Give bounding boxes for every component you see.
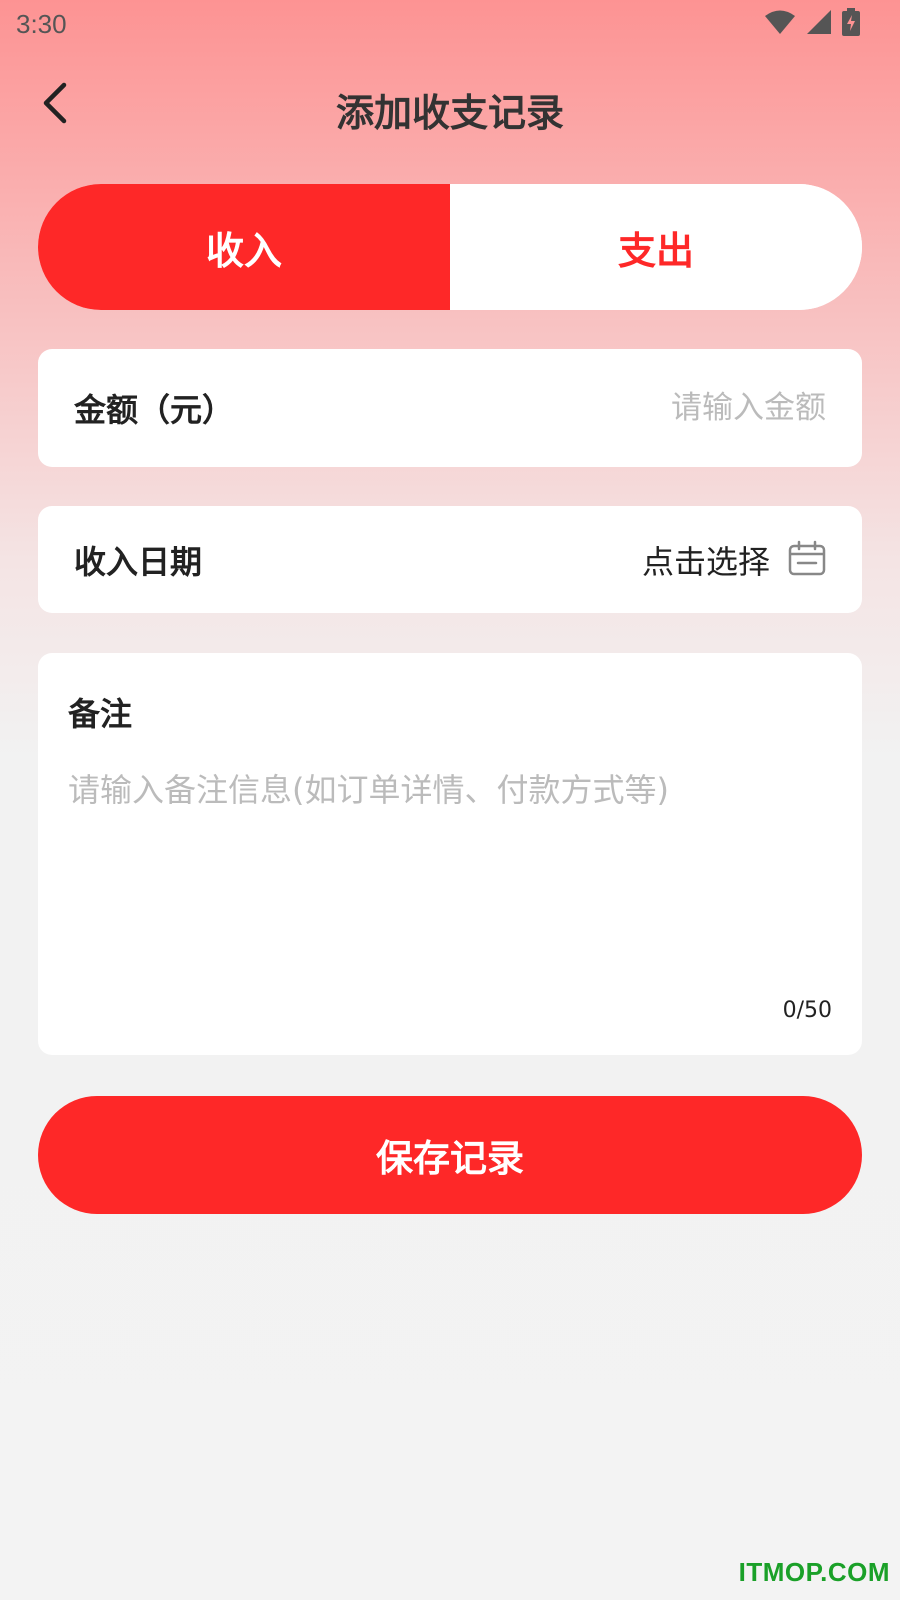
- note-card: 备注 0/50: [38, 653, 862, 1055]
- status-bar: 3:30: [0, 0, 900, 50]
- battery-charging-icon: [842, 8, 860, 40]
- date-card: 收入日期 点击选择: [38, 506, 862, 613]
- date-label: 收入日期: [74, 542, 203, 581]
- income-expense-toggle: 收入 支出: [38, 184, 862, 310]
- status-icons: [764, 8, 860, 40]
- date-picker[interactable]: 点击选择: [642, 537, 826, 583]
- wifi-icon: [764, 9, 796, 39]
- calendar-icon: [788, 540, 826, 580]
- note-label: 备注: [68, 695, 133, 733]
- watermark-logo: ITMOP.COM: [738, 1557, 890, 1587]
- character-counter: 0/50: [782, 998, 832, 1023]
- amount-card: 金额（元）: [38, 349, 862, 467]
- signal-icon: [806, 9, 832, 39]
- save-record-button[interactable]: 保存记录: [38, 1096, 862, 1214]
- page-title: 添加收支记录: [335, 91, 564, 135]
- tab-income[interactable]: 收入: [38, 184, 450, 310]
- status-time: 3:30: [16, 9, 67, 39]
- date-value: 点击选择: [641, 542, 770, 581]
- amount-label: 金额（元）: [74, 391, 235, 429]
- tab-expense[interactable]: 支出: [450, 184, 862, 310]
- header: 添加收支记录: [0, 60, 900, 150]
- note-input[interactable]: [68, 765, 832, 955]
- amount-input[interactable]: [526, 390, 826, 426]
